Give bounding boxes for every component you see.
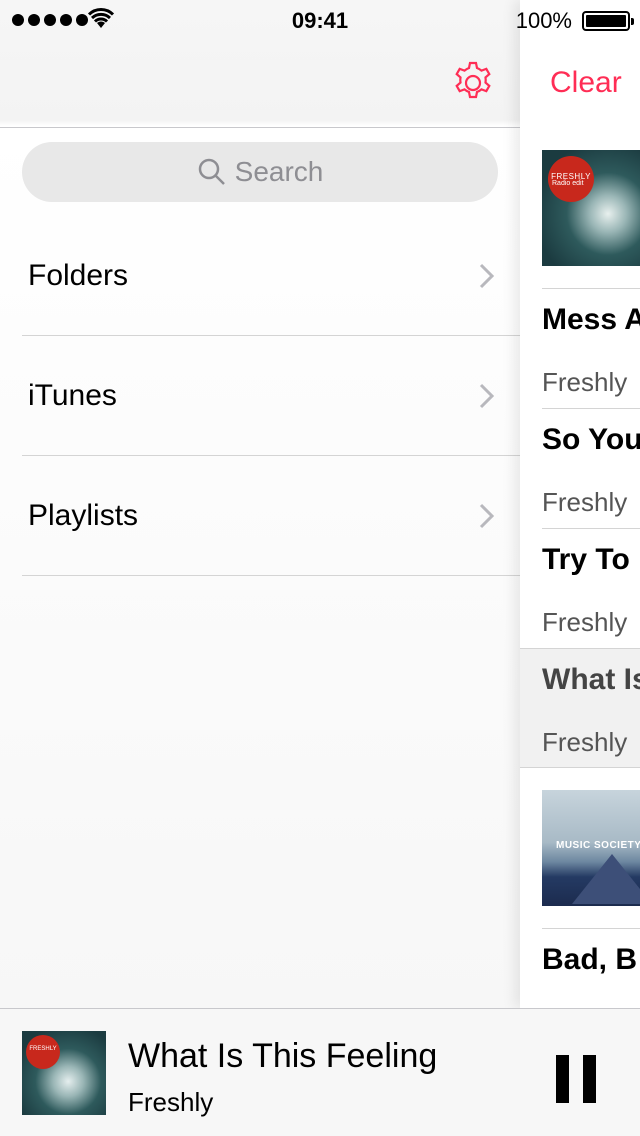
search-field[interactable]: Search [22,142,498,202]
clear-button[interactable]: Clear [550,66,622,100]
chevron-right-icon [479,263,495,288]
track-artist: Freshly [542,727,628,757]
battery-icon [582,11,634,31]
menu-item-label: Folders [28,258,129,292]
library-menu: Folders iTunes Playlists [22,216,520,576]
track-title: Mess A [542,303,640,336]
chevron-right-icon [479,503,495,528]
album-badge: FRESHLY [548,156,594,202]
search-icon [198,158,225,185]
queue-track[interactable]: Try To Freshly [542,528,640,648]
now-playing-artist: Freshly [128,1087,214,1117]
queue-track[interactable]: Mess A Freshly [542,288,640,408]
album-art: FRESHLY Radio edit [542,150,640,266]
gear-icon[interactable] [450,60,496,106]
pause-icon[interactable] [556,1055,596,1103]
now-playing-art: FRESHLY [22,1031,106,1115]
album-title: MUSIC SOCIETY [556,840,640,851]
now-playing-title: What Is This Feeling [128,1037,438,1075]
menu-item-itunes[interactable]: iTunes [22,336,520,456]
menu-item-playlists[interactable]: Playlists [22,456,520,576]
search-placeholder: Search [234,156,324,187]
queue-pane: Clear FRESHLY Radio edit Mess A Freshly … [520,0,640,1008]
queue-track-current[interactable]: What Is Freshly [520,648,640,768]
album-art: MUSIC SOCIETY [542,790,640,906]
status-bar: 09:41 100% [0,0,640,40]
menu-item-label: Playlists [28,498,139,532]
track-title: Try To [542,543,630,576]
track-title: Bad, B [542,943,638,976]
track-title: What Is [542,663,640,696]
chevron-right-icon [479,383,495,408]
menu-item-folders[interactable]: Folders [22,216,520,336]
queue-track[interactable]: Bad, B [542,928,640,1008]
track-title: So You [542,423,640,456]
now-playing-bar[interactable]: FRESHLY What Is This Feeling Freshly [0,1008,640,1136]
queue-track[interactable]: So You Freshly [542,408,640,528]
track-artist: Freshly [542,367,628,397]
track-artist: Freshly [542,607,628,637]
track-artist: Freshly [542,487,628,517]
battery-percent: 100% [515,8,572,33]
album-badge: FRESHLY [26,1035,60,1069]
library-pane: Search Folders iTunes Playlists [0,0,520,1008]
menu-item-label: iTunes [28,378,117,412]
album-subtitle: Radio edit [552,180,584,187]
